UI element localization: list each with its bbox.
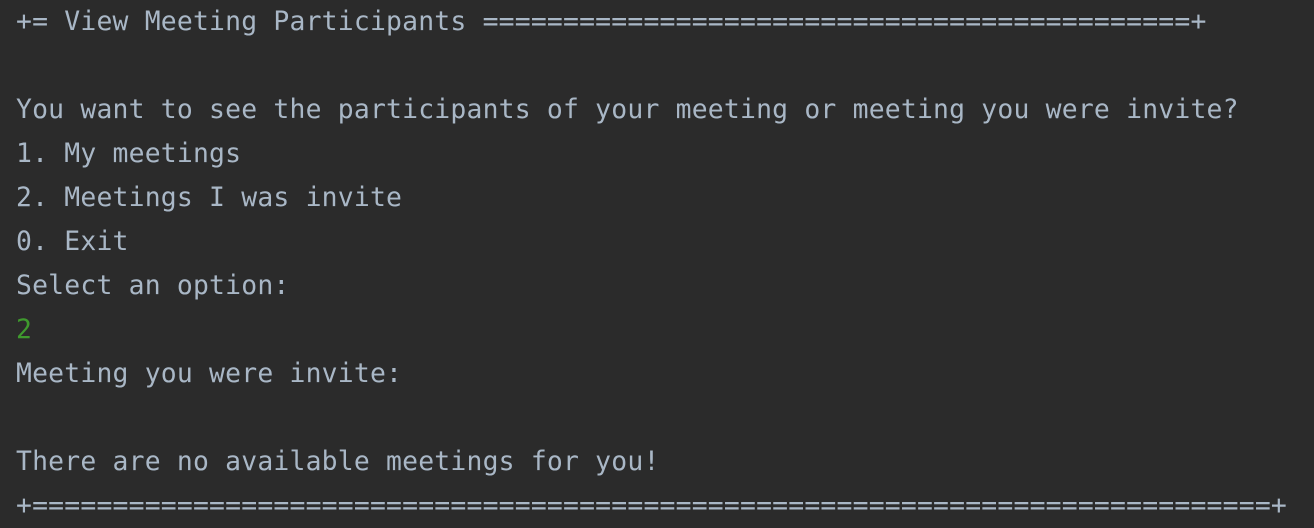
- question-text: You want to see the participants of your…: [16, 94, 1239, 125]
- result-message: There are no available meetings for you!: [16, 446, 660, 477]
- option-my-meetings: 1. My meetings: [16, 138, 242, 169]
- select-prompt: Select an option:: [16, 270, 290, 301]
- user-input[interactable]: 2: [16, 308, 1314, 352]
- header-rule: += View Meeting Participants ===========…: [16, 6, 1207, 37]
- result-heading: Meeting you were invite:: [16, 358, 403, 389]
- option-meetings-invited: 2. Meetings I was invite: [16, 182, 403, 213]
- option-exit: 0. Exit: [16, 226, 129, 257]
- footer-rule: +=======================================…: [16, 490, 1287, 521]
- console-output: += View Meeting Participants ===========…: [0, 0, 1314, 528]
